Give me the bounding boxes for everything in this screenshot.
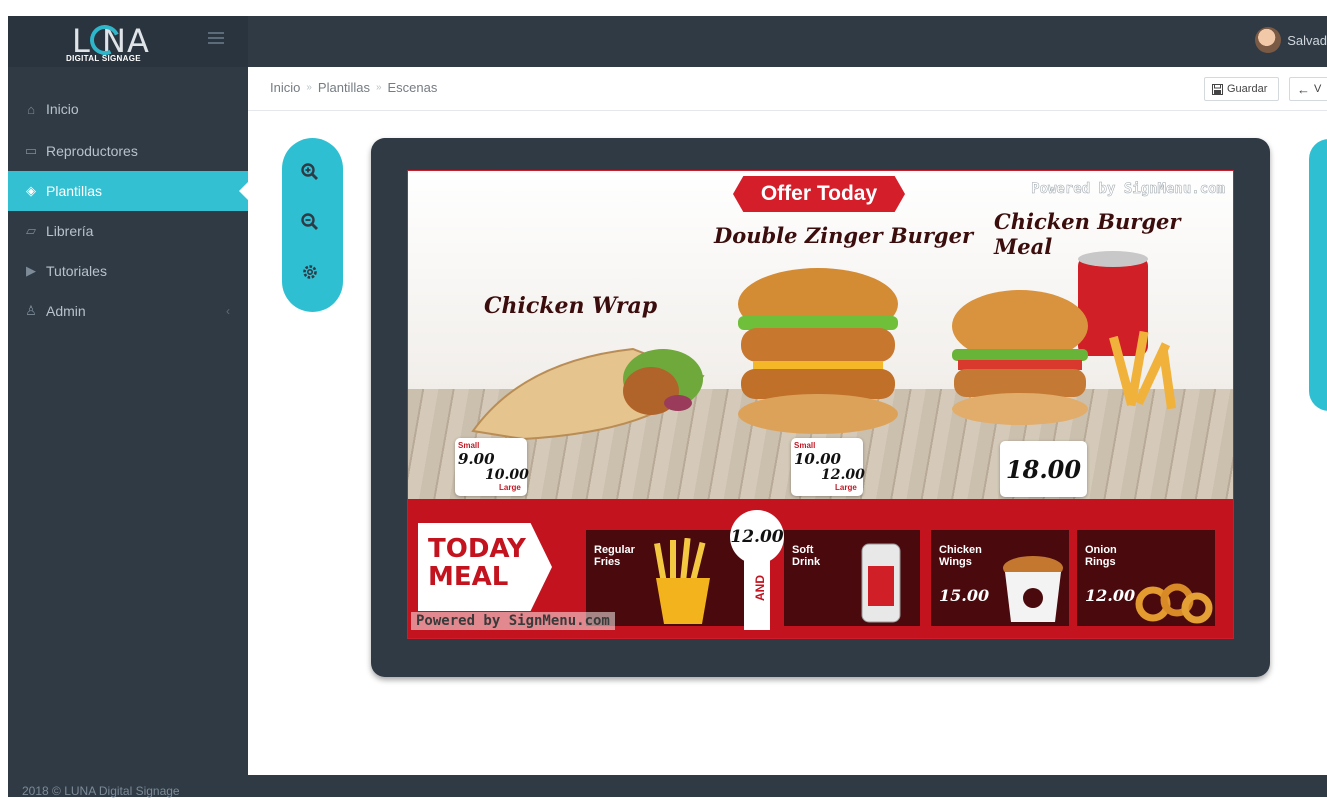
offer-banner: Offer Today xyxy=(733,176,905,212)
fries-name: Regular Fries xyxy=(594,544,635,568)
drink-name: Soft Drink xyxy=(792,544,821,568)
footer-bar xyxy=(248,775,1327,797)
back-button[interactable]: ← V xyxy=(1289,77,1327,101)
zinger-burger-image xyxy=(738,268,898,434)
zoom-in-icon[interactable] xyxy=(300,162,326,188)
scene-preview[interactable]: Offer Today Powered by SignMenu.com Chic… xyxy=(407,170,1234,639)
zoom-toolbar xyxy=(282,138,343,312)
small-price: 9.00 xyxy=(458,450,495,468)
user-icon: ♙ xyxy=(25,303,37,318)
arrow-left-icon: ← xyxy=(1297,81,1310,97)
user-menu[interactable]: Salvad xyxy=(1255,27,1327,53)
large-price: 10.00 xyxy=(485,467,529,483)
breadcrumb-plantillas[interactable]: Plantillas xyxy=(318,80,370,95)
brand-area: L NA DIGITAL SIGNAGE xyxy=(8,16,248,67)
layers-icon: ◈ xyxy=(26,183,36,198)
onion-rings-image xyxy=(1135,583,1213,624)
sidebar-item-label: Tutoriales xyxy=(46,263,107,279)
today-meal-label: TODAY MEAL xyxy=(418,523,552,611)
sidebar-item-libreria[interactable]: ▱ Librería xyxy=(8,211,248,251)
sidebar-item-admin[interactable]: ♙ Admin ‹ xyxy=(8,291,248,331)
sidebar-item-label: Reproductores xyxy=(46,143,138,159)
coke-can-image xyxy=(861,543,901,623)
side-panel-toggle[interactable] xyxy=(1309,139,1327,411)
logo-subtitle: DIGITAL SIGNAGE xyxy=(66,54,141,63)
small-price: 10.00 xyxy=(794,450,841,468)
folder-icon: ▱ xyxy=(26,223,36,238)
chevron-left-icon: ‹ xyxy=(226,304,230,318)
breadcrumb: Inicio » Plantillas » Escenas xyxy=(270,80,437,95)
large-price: 12.00 xyxy=(821,467,865,483)
zinger-price-tag: Small 10.00 12.00 Large xyxy=(791,438,865,496)
sidebar-item-plantillas[interactable]: ◈ Plantillas xyxy=(8,171,249,211)
zinger-title: Double Zinger Burger xyxy=(714,223,974,248)
rings-card: Onion Rings 12.00 xyxy=(1077,530,1215,626)
and-divider: AND xyxy=(744,554,770,630)
rings-name: Onion Rings xyxy=(1085,544,1117,568)
user-name: Salvad xyxy=(1287,32,1327,48)
floppy-icon xyxy=(1212,83,1223,95)
gear-icon[interactable] xyxy=(300,262,326,288)
drink-card: Soft Drink xyxy=(784,530,920,626)
sidebar-item-tutoriales[interactable]: ▶ Tutoriales xyxy=(8,251,248,291)
today-text: TODAY xyxy=(428,534,526,564)
sidebar-item-label: Inicio xyxy=(46,101,79,117)
breadcrumb-bar: Inicio » Plantillas » Escenas Guardar ← … xyxy=(248,67,1327,111)
breadcrumb-separator: » xyxy=(375,82,382,93)
top-navbar: L NA DIGITAL SIGNAGE Salvad xyxy=(8,16,1327,67)
home-icon: ⌂ xyxy=(27,101,35,117)
wrap-title: Chicken Wrap xyxy=(484,293,658,319)
wrap-price-tag: Small 9.00 10.00 Large xyxy=(455,438,529,496)
footer-copyright: 2018 © LUNA Digital Signage xyxy=(22,784,180,798)
breadcrumb-inicio[interactable]: Inicio xyxy=(270,80,300,95)
rings-price: 12.00 xyxy=(1085,586,1136,605)
sidebar-item-reproductores[interactable]: ▭ Reproductores xyxy=(8,131,248,171)
wings-price: 15.00 xyxy=(939,586,990,605)
meal-price-tag: 18.00 xyxy=(1000,441,1087,497)
large-label: Large xyxy=(835,483,857,492)
back-label: V xyxy=(1314,83,1322,95)
small-label: Small xyxy=(794,441,816,450)
and-text: AND xyxy=(753,575,767,601)
avatar xyxy=(1255,27,1282,53)
sidebar-item-inicio[interactable]: ⌂ Inicio xyxy=(8,89,248,129)
save-label: Guardar xyxy=(1227,83,1268,95)
watermark-bottom: Powered by SignMenu.com xyxy=(411,612,615,630)
small-label: Small xyxy=(458,441,480,450)
today-meal-band: TODAY MEAL Regular Fries AND 12.00 Soft … xyxy=(408,499,1233,638)
large-label: Large xyxy=(499,483,521,492)
meal-text: MEAL xyxy=(428,562,509,592)
wings-name: Chicken Wings xyxy=(939,544,982,568)
wings-card: Chicken Wings 15.00 xyxy=(931,530,1069,626)
sidebar: ⌂ Inicio ▭ Reproductores ◈ Plantillas ▱ … xyxy=(8,67,249,797)
chicken-wrap-image xyxy=(471,347,705,441)
combo-price: 12.00 xyxy=(730,510,784,564)
wings-bucket-image xyxy=(1003,556,1063,622)
monitor-icon: ▭ xyxy=(24,143,38,158)
menu-toggle-icon[interactable] xyxy=(208,32,224,44)
sidebar-item-label: Librería xyxy=(46,223,94,239)
breadcrumb-escenas: Escenas xyxy=(387,80,438,95)
zoom-out-icon[interactable] xyxy=(300,212,326,238)
sidebar-item-label: Admin xyxy=(46,303,86,319)
save-button[interactable]: Guardar xyxy=(1204,77,1279,101)
watermark-top: Powered by SignMenu.com xyxy=(1031,181,1225,198)
sidebar-item-label: Plantillas xyxy=(46,183,103,199)
burger-meal-image xyxy=(952,251,1176,425)
breadcrumb-separator: » xyxy=(306,82,312,93)
fries-image xyxy=(654,538,710,624)
video-icon: ▶ xyxy=(26,263,36,278)
